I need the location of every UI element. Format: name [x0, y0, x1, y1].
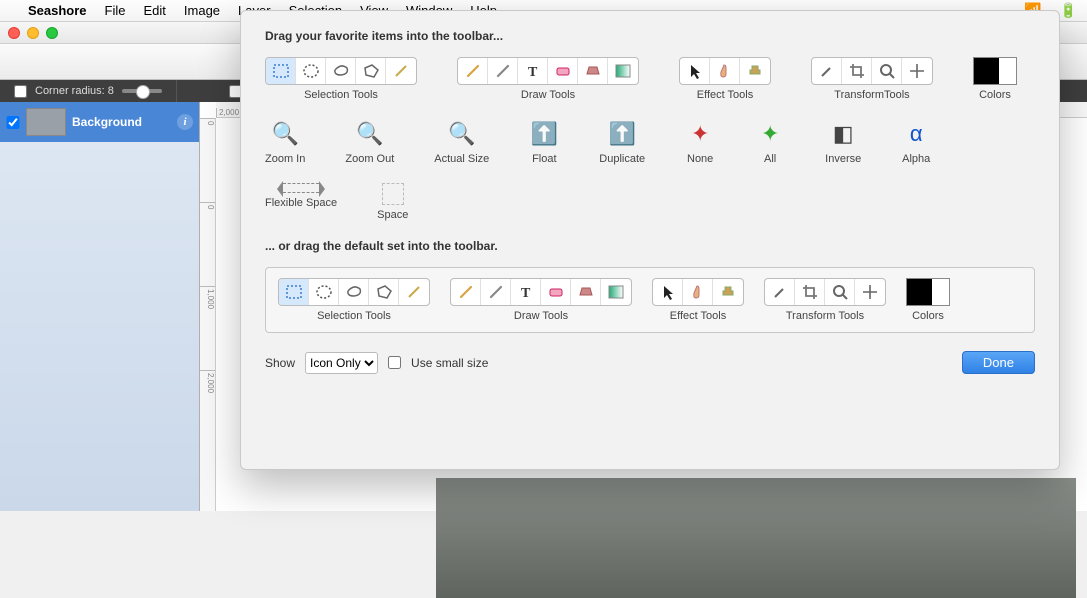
ellipse-select-icon [309, 279, 339, 305]
layers-panel: Background i [0, 102, 200, 511]
colors-icon [906, 278, 950, 306]
layer-row-background[interactable]: Background i [0, 102, 199, 142]
corner-radius-label: Corner radius: 8 [35, 85, 114, 97]
wand-icon [399, 279, 429, 305]
palette-alpha[interactable]: α Alpha [901, 119, 931, 165]
text-icon: T [518, 58, 548, 84]
palette-selection-tools[interactable]: Selection Tools [265, 57, 417, 101]
poly-lasso-icon [369, 279, 399, 305]
flexible-space-icon [283, 183, 319, 193]
rect-select-icon [266, 58, 296, 84]
crop-icon [842, 58, 872, 84]
crop-icon [795, 279, 825, 305]
palette-zoom-in[interactable]: 🔍 Zoom In [265, 119, 305, 165]
ellipse-select-icon [296, 58, 326, 84]
move-icon [902, 58, 932, 84]
clone-icon [740, 58, 770, 84]
eyedropper-icon [765, 279, 795, 305]
done-button[interactable]: Done [962, 351, 1035, 374]
colors-icon [973, 57, 1017, 85]
inverse-icon: ◧ [828, 119, 858, 149]
eraser-icon [541, 279, 571, 305]
palette-draw-tools[interactable]: T Draw Tools [457, 57, 639, 101]
toolbar-item-palette: Selection Tools T Draw Tools Effect Tool… [265, 57, 1035, 221]
poly-lasso-icon [356, 58, 386, 84]
lasso-icon [326, 58, 356, 84]
wand-icon [386, 58, 416, 84]
zoom-out-icon: 🔍 [355, 119, 385, 149]
show-label: Show [265, 356, 295, 370]
pencil-icon [451, 279, 481, 305]
zoom-icon [825, 279, 855, 305]
zoom-icon [872, 58, 902, 84]
palette-inverse[interactable]: ◧ Inverse [825, 119, 861, 165]
clone-icon [713, 279, 743, 305]
smudge-icon [710, 58, 740, 84]
svg-text:T: T [521, 286, 531, 301]
layer-visibility-checkbox[interactable] [6, 116, 20, 129]
app-name[interactable]: Seashore [28, 3, 87, 18]
lasso-icon [339, 279, 369, 305]
palette-transform-tools[interactable]: TransformTools [811, 57, 933, 101]
eyedropper-icon [812, 58, 842, 84]
menu-edit[interactable]: Edit [144, 3, 166, 18]
layer-info-icon[interactable]: i [177, 114, 193, 130]
pencil-icon [458, 58, 488, 84]
corner-radius-checkbox[interactable] [14, 85, 27, 98]
pointer-icon [680, 58, 710, 84]
pointer-icon [653, 279, 683, 305]
zoom-in-icon: 🔍 [270, 119, 300, 149]
svg-text:T: T [528, 65, 538, 80]
menu-image[interactable]: Image [184, 3, 220, 18]
small-size-label: Use small size [411, 356, 488, 370]
close-button[interactable] [8, 27, 20, 39]
ruler-vertical: 0 0 1,000 2,000 [200, 118, 216, 511]
space-icon [382, 183, 404, 205]
minimize-button[interactable] [27, 27, 39, 39]
eraser-icon [548, 58, 578, 84]
sheet-heading-default: ... or drag the default set into the too… [265, 239, 1035, 253]
brush-icon [481, 279, 511, 305]
palette-space[interactable]: Space [377, 183, 408, 221]
palette-all[interactable]: ✦ All [755, 119, 785, 165]
alpha-icon: α [901, 119, 931, 149]
zoom-button[interactable] [46, 27, 58, 39]
image-content [436, 478, 1076, 598]
palette-duplicate[interactable]: ⬆️ Duplicate [599, 119, 645, 165]
battery-icon[interactable]: 🔋 [1060, 2, 1077, 19]
bucket-icon [571, 279, 601, 305]
gradient-icon [601, 279, 631, 305]
actual-size-icon: 🔍 [447, 119, 477, 149]
customize-toolbar-sheet: Drag your favorite items into the toolba… [240, 10, 1060, 470]
palette-none[interactable]: ✦ None [685, 119, 715, 165]
palette-zoom-out[interactable]: 🔍 Zoom Out [345, 119, 394, 165]
palette-colors[interactable]: Colors [973, 57, 1017, 101]
none-icon: ✦ [685, 119, 715, 149]
all-icon: ✦ [755, 119, 785, 149]
menu-file[interactable]: File [105, 3, 126, 18]
show-select[interactable]: Icon Only [305, 352, 378, 374]
smudge-icon [683, 279, 713, 305]
brush-icon [488, 58, 518, 84]
layer-thumbnail [26, 108, 66, 136]
default-toolbar-set[interactable]: Selection Tools T Draw Tools Effect Tool… [265, 267, 1035, 333]
small-size-checkbox[interactable] [388, 356, 401, 369]
corner-radius-slider[interactable] [122, 89, 162, 93]
palette-effect-tools[interactable]: Effect Tools [679, 57, 771, 101]
text-icon: T [511, 279, 541, 305]
sheet-footer: Show Icon Only Use small size Done [265, 351, 1035, 374]
rect-select-icon [279, 279, 309, 305]
palette-flexible-space[interactable]: Flexible Space [265, 183, 337, 221]
float-icon: ⬆️ [529, 119, 559, 149]
bucket-icon [578, 58, 608, 84]
sheet-heading-drag: Drag your favorite items into the toolba… [265, 29, 1035, 43]
move-icon [855, 279, 885, 305]
duplicate-icon: ⬆️ [607, 119, 637, 149]
palette-float[interactable]: ⬆️ Float [529, 119, 559, 165]
palette-actual-size[interactable]: 🔍 Actual Size [434, 119, 489, 165]
layer-name: Background [72, 115, 142, 129]
gradient-icon [608, 58, 638, 84]
